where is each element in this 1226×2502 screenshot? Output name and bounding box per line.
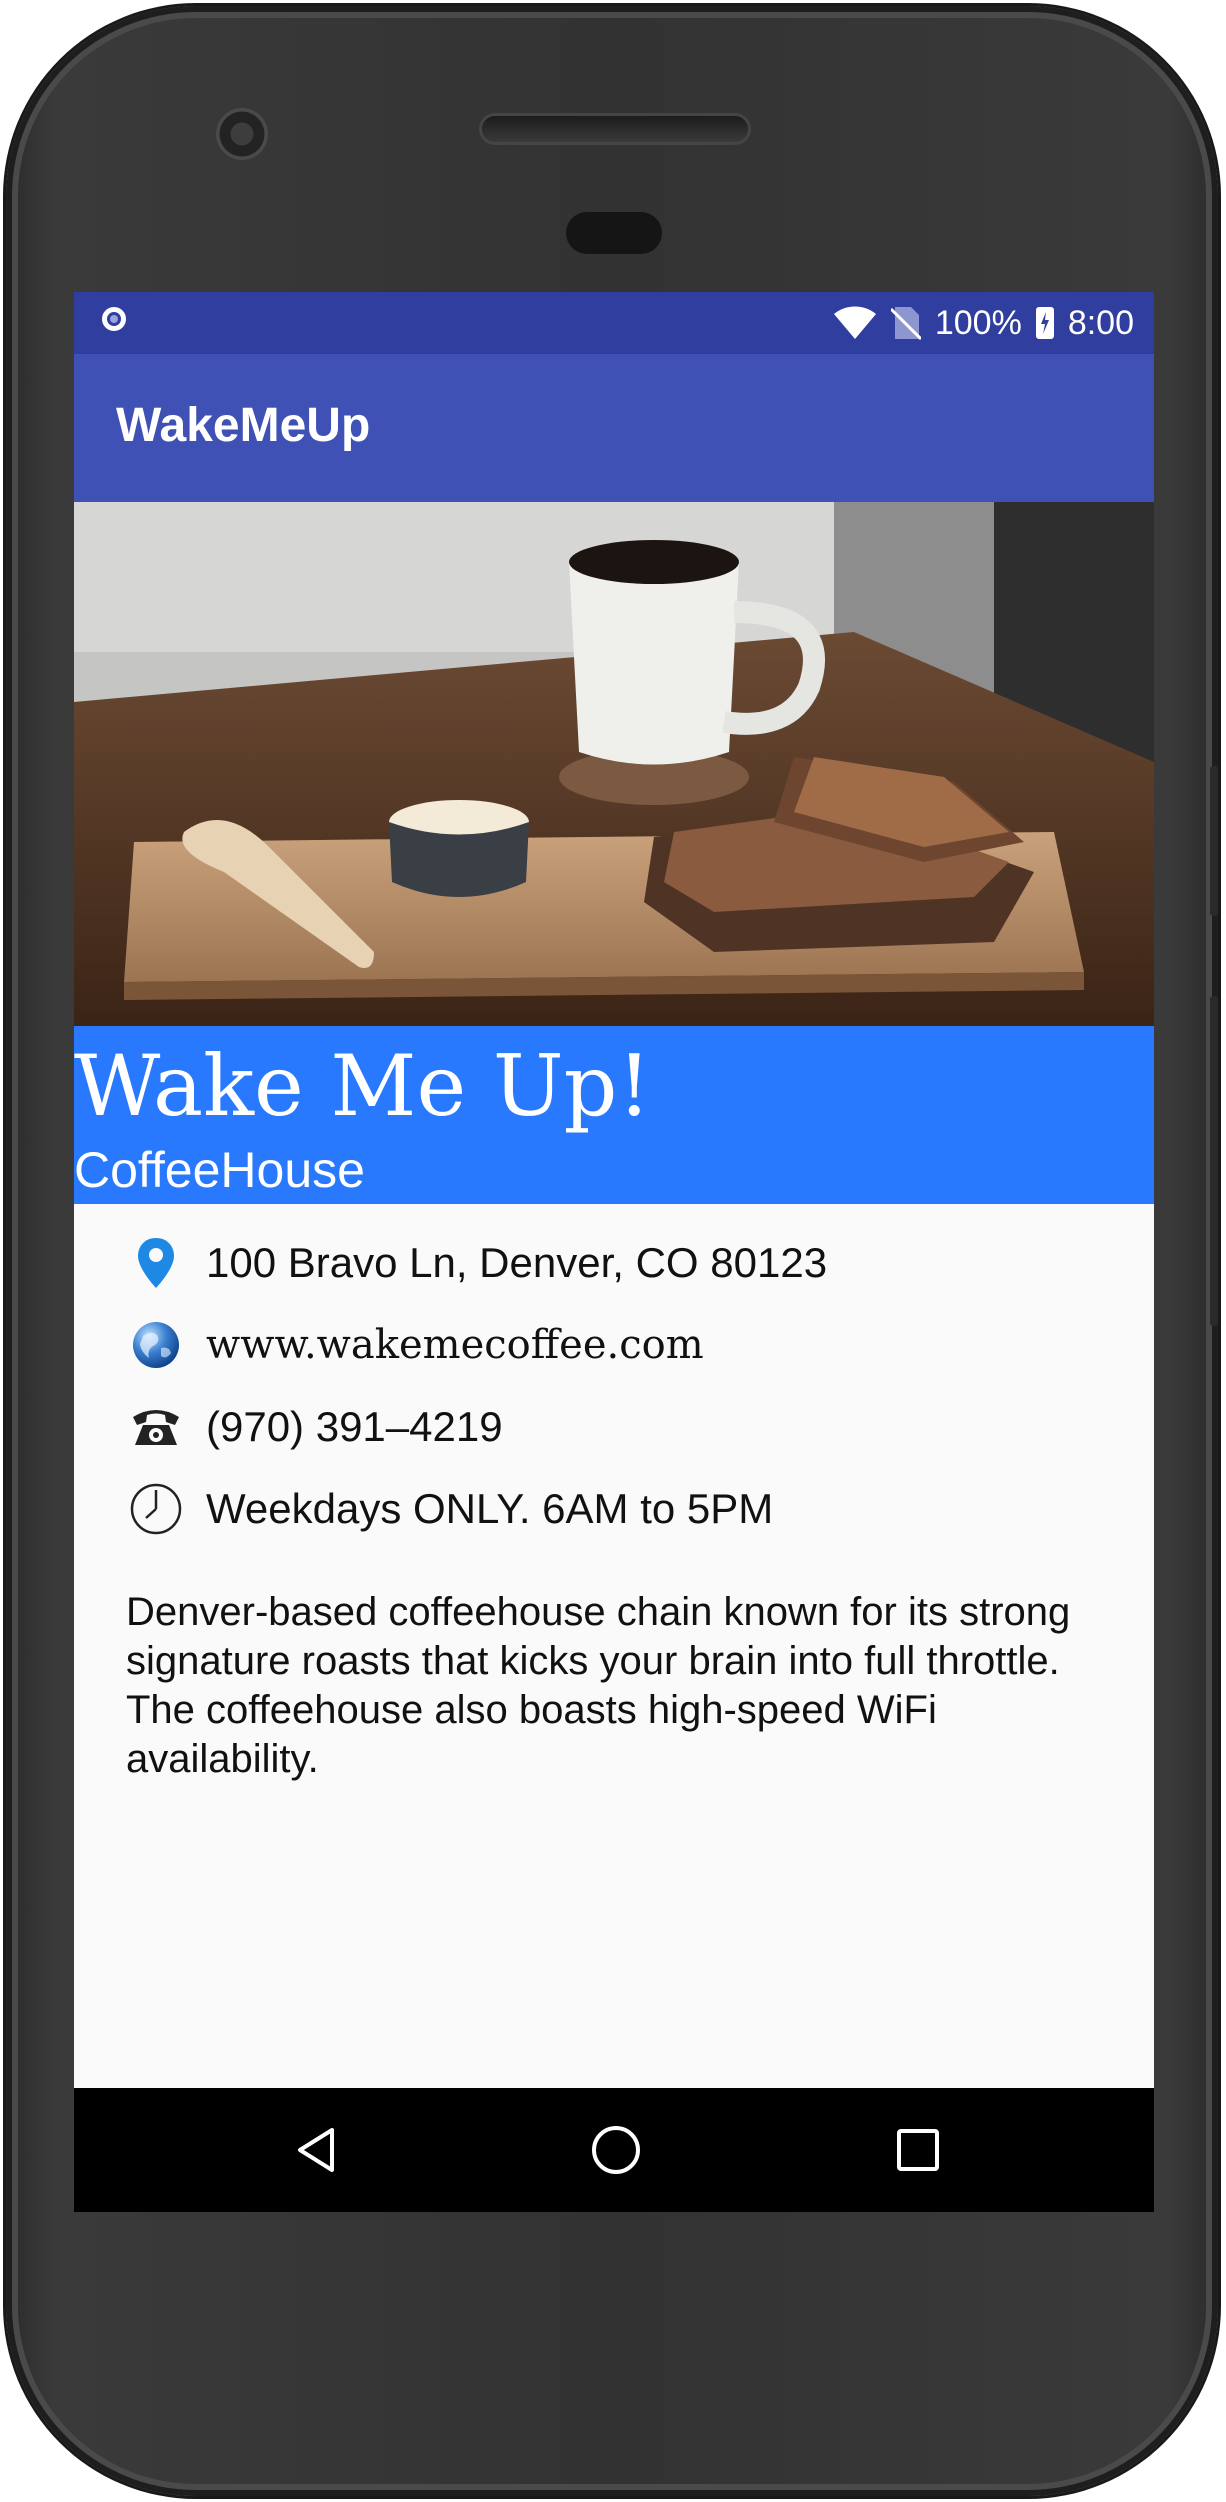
proximity-sensor xyxy=(566,212,662,254)
clock-icon xyxy=(126,1479,186,1539)
location-pin-icon xyxy=(126,1233,186,1293)
telephone-icon xyxy=(126,1397,186,1457)
app-title: WakeMeUp xyxy=(116,399,371,452)
battery-charging-icon xyxy=(1035,307,1054,339)
place-description: Denver-based coffeehouse chain known for… xyxy=(126,1590,1071,1781)
notification-circle-icon xyxy=(102,307,126,331)
front-camera xyxy=(216,108,268,160)
website-row[interactable]: www.wakemecoffee.com xyxy=(126,1310,704,1380)
hours-text: Weekdays ONLY. 6AM to 5PM xyxy=(206,1485,774,1532)
address-text: 100 Bravo Ln, Denver, CO 80123 xyxy=(206,1239,828,1286)
place-title: Wake Me Up! xyxy=(74,1037,652,1135)
website-link: www.wakemecoffee.com xyxy=(206,1322,704,1368)
place-header: Wake Me Up! CoffeeHouse xyxy=(74,1026,1154,1204)
no-sim-icon xyxy=(890,307,921,341)
screen: 100% 8:00 WakeMeUp Wake Me Up! CoffeeHou… xyxy=(74,292,1154,2212)
phone-frame: 100% 8:00 WakeMeUp Wake Me Up! CoffeeHou… xyxy=(6,6,1218,2496)
address-row[interactable]: 100 Bravo Ln, Denver, CO 80123 xyxy=(126,1228,827,1298)
hero-image xyxy=(74,502,1154,1026)
earpiece-speaker xyxy=(482,116,748,142)
home-icon[interactable] xyxy=(586,2120,646,2180)
hours-row: Weekdays ONLY. 6AM to 5PM xyxy=(126,1474,773,1544)
status-bar: 100% 8:00 xyxy=(74,292,1154,354)
navigation-bar xyxy=(74,2088,1154,2212)
globe-icon xyxy=(126,1315,186,1375)
wifi-icon xyxy=(833,306,876,339)
back-icon[interactable] xyxy=(286,2120,346,2180)
volume-button xyxy=(1210,766,1218,916)
app-bar: WakeMeUp xyxy=(74,354,1154,502)
power-button xyxy=(1210,996,1218,1326)
battery-percent: 100% xyxy=(934,303,1022,342)
phone-number: (970) 391–4219 xyxy=(206,1403,503,1450)
recents-icon[interactable] xyxy=(888,2120,948,2180)
place-category: CoffeeHouse xyxy=(74,1142,365,1198)
status-time: 8:00 xyxy=(1067,303,1134,342)
phone-row[interactable]: (970) 391–4219 xyxy=(126,1392,503,1462)
